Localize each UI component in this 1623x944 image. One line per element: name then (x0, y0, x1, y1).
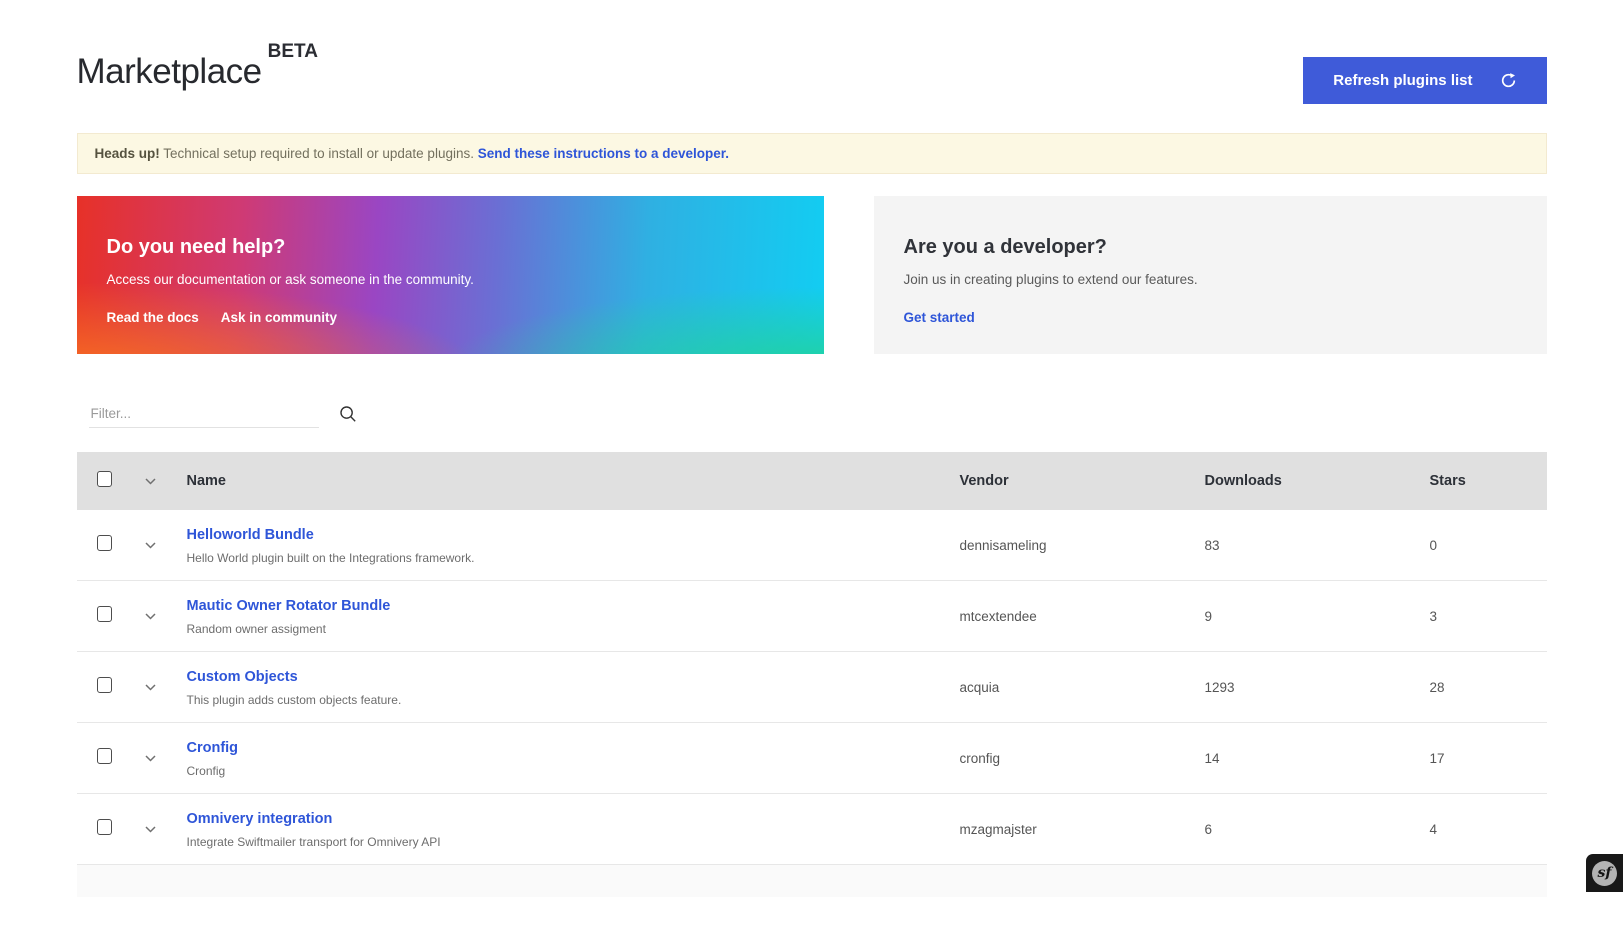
read-docs-link[interactable]: Read the docs (107, 310, 199, 325)
plugin-name-link[interactable]: Custom Objects (187, 669, 298, 685)
plugin-description: Integrate Swiftmailer transport for Omni… (187, 835, 960, 849)
search-button[interactable] (337, 403, 359, 425)
filter-bar (89, 400, 1547, 428)
refresh-icon (1500, 72, 1517, 89)
get-started-link[interactable]: Get started (904, 310, 975, 325)
table-row: Mautic Owner Rotator Bundle Random owner… (77, 581, 1547, 652)
plugin-stars: 3 (1430, 609, 1547, 624)
plugin-downloads: 6 (1205, 822, 1430, 837)
help-card-subtitle: Access our documentation or ask someone … (107, 272, 794, 287)
plugin-vendor: dennisameling (960, 538, 1205, 553)
beta-badge: BETA (268, 41, 318, 62)
plugin-name-link[interactable]: Mautic Owner Rotator Bundle (187, 598, 391, 614)
plugin-name-link[interactable]: Helloworld Bundle (187, 527, 314, 543)
developer-card-title: Are you a developer? (904, 236, 1517, 259)
plugins-table: Name Vendor Downloads Stars Helloworld B… (77, 452, 1547, 897)
info-cards: Do you need help? Access our documentati… (77, 196, 1547, 354)
plugin-description: Random owner assigment (187, 622, 960, 636)
plugin-vendor: acquia (960, 680, 1205, 695)
plugin-name-link[interactable]: Omnivery integration (187, 811, 333, 827)
column-header-stars: Stars (1430, 473, 1547, 489)
table-header-row: Name Vendor Downloads Stars (77, 452, 1547, 510)
plugin-stars: 17 (1430, 751, 1547, 766)
row-checkbox[interactable] (97, 748, 112, 764)
column-header-vendor: Vendor (960, 473, 1205, 489)
plugin-downloads: 14 (1205, 751, 1430, 766)
ask-community-link[interactable]: Ask in community (221, 310, 337, 325)
send-instructions-link[interactable]: Send these instructions to a developer. (478, 146, 729, 161)
chevron-down-icon[interactable] (141, 468, 160, 494)
help-card-title: Do you need help? (107, 236, 794, 259)
plugin-downloads: 83 (1205, 538, 1430, 553)
plugin-description: Cronfig (187, 764, 960, 778)
refresh-plugins-button[interactable]: Refresh plugins list (1303, 57, 1546, 104)
page-header: MarketplaceBETA Refresh plugins list (77, 52, 1547, 104)
developer-card: Are you a developer? Join us in creating… (874, 196, 1547, 354)
plugin-description: Hello World plugin built on the Integrat… (187, 551, 960, 565)
symfony-profiler-toggle[interactable]: sf (1586, 854, 1623, 892)
marketplace-page: MarketplaceBETA Refresh plugins list Hea… (77, 52, 1547, 897)
table-body: Helloworld Bundle Hello World plugin bui… (77, 510, 1547, 865)
row-checkbox[interactable] (97, 535, 112, 551)
plugin-downloads: 9 (1205, 609, 1430, 624)
setup-alert: Heads up! Technical setup required to in… (77, 133, 1547, 174)
alert-text: Technical setup required to install or u… (160, 146, 478, 161)
row-checkbox[interactable] (97, 677, 112, 693)
plugin-vendor: mzagmajster (960, 822, 1205, 837)
chevron-down-icon[interactable] (141, 532, 160, 558)
table-row: Helloworld Bundle Hello World plugin bui… (77, 510, 1547, 581)
plugin-stars: 0 (1430, 538, 1547, 553)
page-title: MarketplaceBETA (77, 52, 318, 92)
symfony-logo-icon: sf (1592, 861, 1617, 886)
chevron-down-icon[interactable] (141, 674, 160, 700)
refresh-button-label: Refresh plugins list (1333, 72, 1472, 89)
table-row: Cronfig Cronfig cronfig 14 17 (77, 723, 1547, 794)
table-row-partial (77, 865, 1547, 897)
row-checkbox[interactable] (97, 819, 112, 835)
chevron-down-icon[interactable] (141, 603, 160, 629)
plugin-stars: 28 (1430, 680, 1547, 695)
plugin-name-link[interactable]: Cronfig (187, 740, 239, 756)
help-card: Do you need help? Access our documentati… (77, 196, 824, 354)
chevron-down-icon[interactable] (141, 816, 160, 842)
filter-input[interactable] (89, 400, 319, 428)
alert-emphasis: Heads up! (95, 146, 160, 161)
plugin-description: This plugin adds custom objects feature. (187, 693, 960, 707)
help-card-links: Read the docs Ask in community (107, 310, 794, 325)
plugin-vendor: mtcextendee (960, 609, 1205, 624)
plugin-downloads: 1293 (1205, 680, 1430, 695)
page-title-text: Marketplace (77, 52, 262, 91)
select-all-checkbox[interactable] (97, 471, 112, 487)
chevron-down-icon[interactable] (141, 745, 160, 771)
developer-card-subtitle: Join us in creating plugins to extend ou… (904, 272, 1517, 287)
search-icon (339, 405, 357, 423)
row-checkbox[interactable] (97, 606, 112, 622)
plugin-stars: 4 (1430, 822, 1547, 837)
plugin-vendor: cronfig (960, 751, 1205, 766)
column-header-name: Name (187, 473, 960, 489)
column-header-downloads: Downloads (1205, 473, 1430, 489)
table-row: Omnivery integration Integrate Swiftmail… (77, 794, 1547, 865)
table-row: Custom Objects This plugin adds custom o… (77, 652, 1547, 723)
